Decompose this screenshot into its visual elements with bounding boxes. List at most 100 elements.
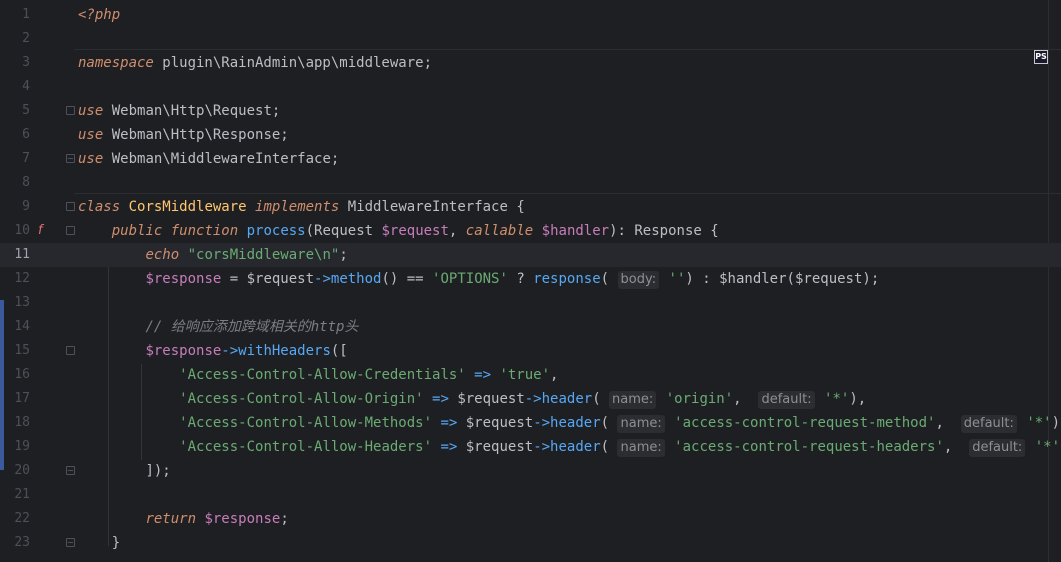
code-line[interactable]: 13: [0, 291, 1061, 315]
line-number[interactable]: 1: [0, 3, 30, 27]
code-token: callable: [465, 223, 534, 239]
line-number[interactable]: 20: [0, 459, 30, 483]
code-token: use: [78, 151, 104, 167]
fold-icon[interactable]: [66, 538, 75, 547]
code-token: CorsMiddleware: [128, 199, 247, 215]
line-number[interactable]: 6: [0, 123, 30, 147]
code-token: $request: [465, 415, 534, 431]
code-line[interactable]: 16 'Access-Control-Allow-Credentials' =>…: [0, 363, 1061, 387]
fold-icon[interactable]: [66, 106, 75, 115]
fold-icon[interactable]: [66, 346, 75, 355]
line-number[interactable]: 17: [0, 387, 30, 411]
code-token: (: [600, 415, 618, 431]
code-editor[interactable]: PS 1 <?php 2 3 namespace plugin\RainAdmin\ap…: [0, 0, 1061, 562]
code-token: 'Access-Control-Allow-Methods': [179, 415, 433, 431]
line-number[interactable]: 11: [0, 243, 30, 267]
code-line[interactable]: 1 <?php: [0, 3, 1061, 27]
code-line[interactable]: 22 return $response;: [0, 507, 1061, 531]
code-text: 'Access-Control-Allow-Credentials' => 't…: [78, 363, 558, 387]
fold-icon[interactable]: [66, 202, 75, 211]
code-line[interactable]: 10 f public function process(Request $req…: [0, 219, 1061, 243]
line-number[interactable]: 14: [0, 315, 30, 339]
line-number[interactable]: 23: [0, 531, 30, 555]
code-line[interactable]: 8: [0, 171, 1061, 195]
code-token: ->: [533, 439, 551, 455]
code-line[interactable]: 6 use Webman\Http\Response;: [0, 123, 1061, 147]
code-line[interactable]: 2: [0, 27, 1061, 51]
parameter-hint: default:: [960, 415, 1017, 433]
code-token: method: [330, 271, 382, 287]
code-token: ,: [448, 223, 466, 239]
code-token: '*': [1034, 439, 1061, 455]
line-number[interactable]: 3: [0, 51, 30, 75]
code-token: (: [600, 439, 618, 455]
line-number[interactable]: 10: [0, 219, 30, 243]
code-line[interactable]: 5 use Webman\Http\Request;: [0, 99, 1061, 123]
parameter-hint: name:: [617, 439, 665, 457]
code-line[interactable]: 4: [0, 75, 1061, 99]
code-line[interactable]: 3 namespace plugin\RainAdmin\app\middlewa…: [0, 51, 1061, 75]
code-token: (Request: [305, 223, 382, 239]
code-token: // 给响应添加跨域相关的http头: [145, 319, 359, 335]
code-token: =>: [432, 415, 466, 431]
line-number[interactable]: 16: [0, 363, 30, 387]
code-token: 'access-control-request-method': [674, 415, 936, 431]
line-number[interactable]: 8: [0, 171, 30, 195]
code-token: }: [111, 535, 121, 551]
line-number[interactable]: 12: [0, 267, 30, 291]
code-line[interactable]: 20 ]);: [0, 459, 1061, 483]
code-token: use: [78, 127, 104, 143]
code-line[interactable]: 12 $response = $request->method() == 'OP…: [0, 267, 1061, 291]
code-text: use Webman\Http\Request;: [78, 99, 280, 123]
code-line[interactable]: 11 echo "corsMiddleware\n";: [0, 243, 1061, 267]
code-token: ,: [943, 439, 970, 455]
line-number[interactable]: 19: [0, 435, 30, 459]
code-token: (: [600, 271, 618, 287]
code-line[interactable]: 15 $response->withHeaders([: [0, 339, 1061, 363]
code-token: ),: [1051, 415, 1061, 431]
code-token: namespace: [78, 55, 154, 71]
code-token: =>: [432, 439, 466, 455]
code-token: use: [78, 103, 104, 119]
line-number[interactable]: 22: [0, 507, 30, 531]
code-token: ->: [524, 391, 542, 407]
code-token: process: [246, 223, 306, 239]
code-line[interactable]: 17 'Access-Control-Allow-Origin' => $req…: [0, 387, 1061, 411]
code-token: "corsMiddleware\n": [187, 247, 340, 263]
code-line[interactable]: 21: [0, 483, 1061, 507]
parameter-hint: default:: [758, 391, 815, 409]
code-token: $request: [381, 223, 449, 239]
line-number[interactable]: 5: [0, 99, 30, 123]
code-token: =>: [423, 391, 458, 407]
code-line[interactable]: 7 use Webman\MiddlewareInterface;: [0, 147, 1061, 171]
line-number[interactable]: 13: [0, 291, 30, 315]
fold-icon[interactable]: [66, 466, 75, 475]
line-number[interactable]: 9: [0, 195, 30, 219]
line-number[interactable]: 18: [0, 411, 30, 435]
code-line[interactable]: 19 'Access-Control-Allow-Headers' => $re…: [0, 435, 1061, 459]
code-token: header: [550, 439, 601, 455]
code-line[interactable]: 23 }: [0, 531, 1061, 555]
line-number[interactable]: 7: [0, 147, 30, 171]
code-text: $response->withHeaders([: [78, 339, 347, 363]
code-line[interactable]: 14 // 给响应添加跨域相关的http头: [0, 315, 1061, 339]
code-line[interactable]: 9 class CorsMiddleware implements Middlew…: [0, 195, 1061, 219]
implements-method-icon[interactable]: f: [38, 223, 54, 239]
code-token: ,: [733, 391, 759, 407]
line-number[interactable]: 4: [0, 75, 30, 99]
code-token: return: [145, 511, 197, 527]
line-number[interactable]: 15: [0, 339, 30, 363]
line-number[interactable]: 2: [0, 27, 30, 51]
fold-icon[interactable]: [66, 154, 75, 163]
fold-icon[interactable]: [66, 226, 75, 235]
code-token: ->: [314, 271, 331, 287]
code-line[interactable]: 18 'Access-Control-Allow-Methods' => $re…: [0, 411, 1061, 435]
line-number[interactable]: 21: [0, 483, 30, 507]
code-token: $request: [457, 391, 525, 407]
code-token: );: [862, 271, 880, 287]
